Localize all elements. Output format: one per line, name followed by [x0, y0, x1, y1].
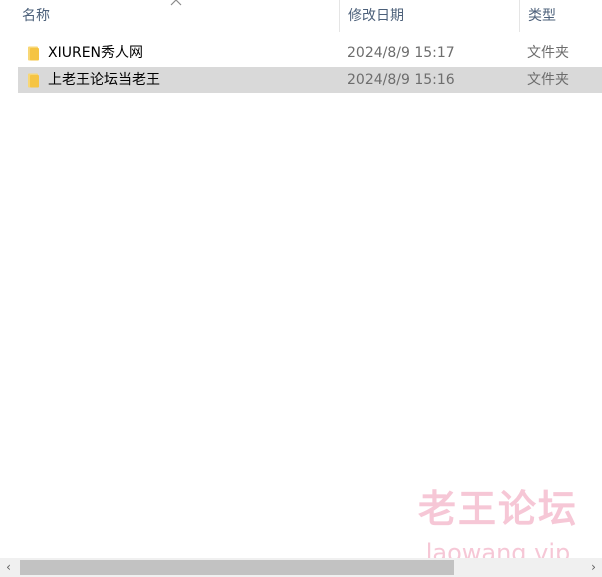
file-date-modified: 2024/8/9 15:17 [347, 45, 455, 61]
watermark: 老王论坛 laowang.vip [408, 486, 588, 568]
file-row[interactable]: XIUREN秀人网 2024/8/9 15:17 文件夹 [18, 40, 602, 66]
folder-icon [28, 46, 39, 61]
column-header-row: 名称 修改日期 类型 [0, 0, 602, 32]
watermark-title: 老王论坛 [417, 487, 578, 531]
horizontal-scrollbar[interactable]: ‹ › [0, 558, 602, 577]
file-name: XIUREN秀人网 [48, 45, 144, 61]
column-header-date-modified-label: 修改日期 [348, 8, 404, 24]
file-date-modified: 2024/8/9 15:16 [347, 72, 455, 88]
file-explorer-window: 名称 修改日期 类型 XIUREN秀人网 2024/8/9 15:17 文件夹 [0, 0, 602, 577]
file-name: 上老王论坛当老王 [48, 72, 160, 88]
column-header-type[interactable]: 类型 [520, 0, 602, 32]
sort-ascending-icon [170, 0, 182, 6]
folder-icon [28, 73, 39, 88]
column-header-name-label: 名称 [22, 8, 50, 24]
scrollbar-thumb[interactable] [20, 560, 454, 575]
file-type: 文件夹 [527, 72, 569, 88]
scroll-left-icon[interactable]: ‹ [0, 558, 17, 577]
file-row-selected[interactable]: 上老王论坛当老王 2024/8/9 15:16 文件夹 [18, 67, 602, 93]
file-type: 文件夹 [527, 45, 569, 61]
column-header-type-label: 类型 [528, 8, 556, 24]
column-header-date-modified[interactable]: 修改日期 [340, 0, 519, 32]
scroll-right-icon[interactable]: › [585, 558, 602, 577]
